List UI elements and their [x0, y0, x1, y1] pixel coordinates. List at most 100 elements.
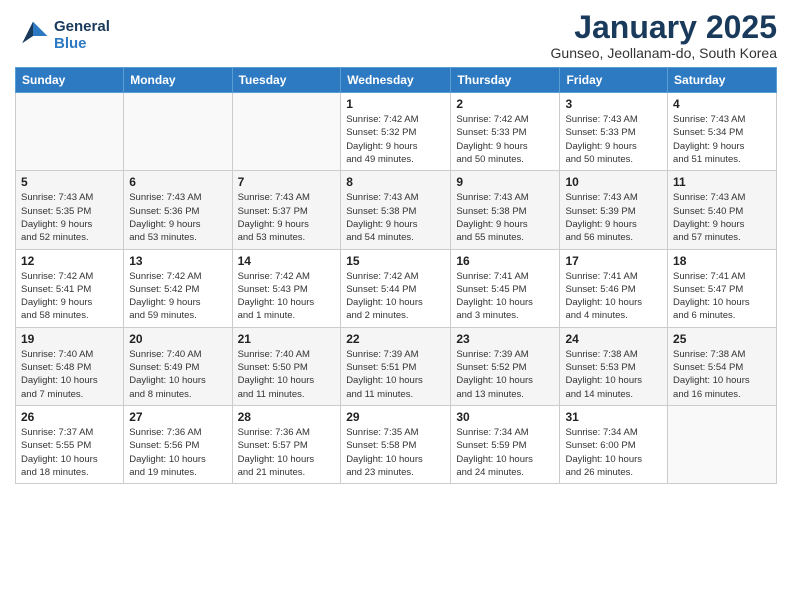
day-number: 11	[673, 175, 771, 189]
day-number: 23	[456, 332, 554, 346]
day-number: 28	[238, 410, 336, 424]
calendar-week-row: 5 Sunrise: 7:43 AM Sunset: 5:35 PM Daylig…	[16, 171, 777, 249]
day-info: Sunrise: 7:38 AM Sunset: 5:54 PM Dayligh…	[673, 348, 771, 401]
calendar-week-row: 12 Sunrise: 7:42 AM Sunset: 5:41 PM Dayli…	[16, 249, 777, 327]
day-info: Sunrise: 7:34 AM Sunset: 6:00 PM Dayligh…	[565, 426, 662, 479]
logo-icon	[15, 18, 51, 54]
calendar-cell: 7 Sunrise: 7:43 AM Sunset: 5:37 PM Daylig…	[232, 171, 341, 249]
calendar-cell: 4 Sunrise: 7:43 AM Sunset: 5:34 PM Daylig…	[668, 93, 777, 171]
day-info: Sunrise: 7:38 AM Sunset: 5:53 PM Dayligh…	[565, 348, 662, 401]
calendar-cell: 18 Sunrise: 7:41 AM Sunset: 5:47 PM Dayli…	[668, 249, 777, 327]
calendar-cell: 12 Sunrise: 7:42 AM Sunset: 5:41 PM Dayli…	[16, 249, 124, 327]
day-info: Sunrise: 7:42 AM Sunset: 5:43 PM Dayligh…	[238, 270, 336, 323]
weekday-header-wednesday: Wednesday	[341, 68, 451, 93]
calendar-cell: 27 Sunrise: 7:36 AM Sunset: 5:56 PM Dayli…	[124, 405, 232, 483]
day-info: Sunrise: 7:40 AM Sunset: 5:49 PM Dayligh…	[129, 348, 226, 401]
day-number: 10	[565, 175, 662, 189]
day-number: 21	[238, 332, 336, 346]
day-number: 12	[21, 254, 118, 268]
day-info: Sunrise: 7:43 AM Sunset: 5:38 PM Dayligh…	[346, 191, 445, 244]
day-number: 27	[129, 410, 226, 424]
day-info: Sunrise: 7:42 AM Sunset: 5:42 PM Dayligh…	[129, 270, 226, 323]
day-info: Sunrise: 7:43 AM Sunset: 5:37 PM Dayligh…	[238, 191, 336, 244]
calendar-cell: 8Sunrise: 7:43 AM Sunset: 5:38 PM Daylig…	[341, 171, 451, 249]
day-number: 19	[21, 332, 118, 346]
page: General Blue January 2025 Gunseo, Jeolla…	[0, 0, 792, 612]
day-info: Sunrise: 7:39 AM Sunset: 5:51 PM Dayligh…	[346, 348, 445, 401]
calendar-cell	[668, 405, 777, 483]
calendar-week-row: 1Sunrise: 7:42 AM Sunset: 5:32 PM Daylig…	[16, 93, 777, 171]
day-number: 7	[238, 175, 336, 189]
calendar-cell: 22Sunrise: 7:39 AM Sunset: 5:51 PM Dayli…	[341, 327, 451, 405]
weekday-header-friday: Friday	[560, 68, 668, 93]
day-number: 15	[346, 254, 445, 268]
day-info: Sunrise: 7:43 AM Sunset: 5:33 PM Dayligh…	[565, 113, 662, 166]
title-block: January 2025 Gunseo, Jeollanam-do, South…	[551, 10, 777, 61]
weekday-header-tuesday: Tuesday	[232, 68, 341, 93]
day-number: 13	[129, 254, 226, 268]
calendar-cell: 20 Sunrise: 7:40 AM Sunset: 5:49 PM Dayli…	[124, 327, 232, 405]
calendar-subtitle: Gunseo, Jeollanam-do, South Korea	[551, 45, 777, 61]
calendar-cell: 6Sunrise: 7:43 AM Sunset: 5:36 PM Daylig…	[124, 171, 232, 249]
day-number: 20	[129, 332, 226, 346]
day-number: 17	[565, 254, 662, 268]
day-info: Sunrise: 7:41 AM Sunset: 5:46 PM Dayligh…	[565, 270, 662, 323]
logo: General Blue	[15, 18, 110, 54]
calendar-cell: 16Sunrise: 7:41 AM Sunset: 5:45 PM Dayli…	[451, 249, 560, 327]
weekday-header-monday: Monday	[124, 68, 232, 93]
calendar-cell: 11 Sunrise: 7:43 AM Sunset: 5:40 PM Dayli…	[668, 171, 777, 249]
day-info: Sunrise: 7:40 AM Sunset: 5:50 PM Dayligh…	[238, 348, 336, 401]
logo-line1: General	[54, 18, 110, 35]
calendar-cell: 28 Sunrise: 7:36 AM Sunset: 5:57 PM Dayli…	[232, 405, 341, 483]
day-number: 5	[21, 175, 118, 189]
day-number: 6	[129, 175, 226, 189]
day-number: 30	[456, 410, 554, 424]
day-number: 18	[673, 254, 771, 268]
day-number: 3	[565, 97, 662, 111]
weekday-header-saturday: Saturday	[668, 68, 777, 93]
day-info: Sunrise: 7:41 AM Sunset: 5:47 PM Dayligh…	[673, 270, 771, 323]
calendar-cell: 23Sunrise: 7:39 AM Sunset: 5:52 PM Dayli…	[451, 327, 560, 405]
day-number: 24	[565, 332, 662, 346]
calendar-table: SundayMondayTuesdayWednesdayThursdayFrid…	[15, 67, 777, 484]
calendar-cell	[16, 93, 124, 171]
calendar-cell: 3 Sunrise: 7:43 AM Sunset: 5:33 PM Daylig…	[560, 93, 668, 171]
day-info: Sunrise: 7:42 AM Sunset: 5:44 PM Dayligh…	[346, 270, 445, 323]
day-info: Sunrise: 7:36 AM Sunset: 5:57 PM Dayligh…	[238, 426, 336, 479]
calendar-cell: 9Sunrise: 7:43 AM Sunset: 5:38 PM Daylig…	[451, 171, 560, 249]
day-info: Sunrise: 7:36 AM Sunset: 5:56 PM Dayligh…	[129, 426, 226, 479]
calendar-cell	[124, 93, 232, 171]
day-info: Sunrise: 7:43 AM Sunset: 5:35 PM Dayligh…	[21, 191, 118, 244]
calendar-cell: 10 Sunrise: 7:43 AM Sunset: 5:39 PM Dayli…	[560, 171, 668, 249]
calendar-cell: 30Sunrise: 7:34 AM Sunset: 5:59 PM Dayli…	[451, 405, 560, 483]
weekday-header-row: SundayMondayTuesdayWednesdayThursdayFrid…	[16, 68, 777, 93]
day-number: 9	[456, 175, 554, 189]
day-info: Sunrise: 7:35 AM Sunset: 5:58 PM Dayligh…	[346, 426, 445, 479]
calendar-cell: 25 Sunrise: 7:38 AM Sunset: 5:54 PM Dayli…	[668, 327, 777, 405]
calendar-cell: 1Sunrise: 7:42 AM Sunset: 5:32 PM Daylig…	[341, 93, 451, 171]
day-info: Sunrise: 7:42 AM Sunset: 5:41 PM Dayligh…	[21, 270, 118, 323]
day-number: 1	[346, 97, 445, 111]
logo-line2: Blue	[54, 35, 87, 52]
day-info: Sunrise: 7:43 AM Sunset: 5:40 PM Dayligh…	[673, 191, 771, 244]
day-number: 26	[21, 410, 118, 424]
calendar-cell: 31 Sunrise: 7:34 AM Sunset: 6:00 PM Dayli…	[560, 405, 668, 483]
day-info: Sunrise: 7:41 AM Sunset: 5:45 PM Dayligh…	[456, 270, 554, 323]
day-info: Sunrise: 7:43 AM Sunset: 5:39 PM Dayligh…	[565, 191, 662, 244]
day-info: Sunrise: 7:37 AM Sunset: 5:55 PM Dayligh…	[21, 426, 118, 479]
calendar-cell: 26 Sunrise: 7:37 AM Sunset: 5:55 PM Dayli…	[16, 405, 124, 483]
day-number: 2	[456, 97, 554, 111]
day-number: 31	[565, 410, 662, 424]
calendar-cell: 17 Sunrise: 7:41 AM Sunset: 5:46 PM Dayli…	[560, 249, 668, 327]
calendar-cell: 5 Sunrise: 7:43 AM Sunset: 5:35 PM Daylig…	[16, 171, 124, 249]
calendar-cell: 21 Sunrise: 7:40 AM Sunset: 5:50 PM Dayli…	[232, 327, 341, 405]
calendar-cell	[232, 93, 341, 171]
day-info: Sunrise: 7:42 AM Sunset: 5:33 PM Dayligh…	[456, 113, 554, 166]
calendar-week-row: 19Sunrise: 7:40 AM Sunset: 5:48 PM Dayli…	[16, 327, 777, 405]
weekday-header-thursday: Thursday	[451, 68, 560, 93]
day-info: Sunrise: 7:43 AM Sunset: 5:34 PM Dayligh…	[673, 113, 771, 166]
day-number: 4	[673, 97, 771, 111]
day-number: 25	[673, 332, 771, 346]
calendar-week-row: 26 Sunrise: 7:37 AM Sunset: 5:55 PM Dayli…	[16, 405, 777, 483]
calendar-cell: 15 Sunrise: 7:42 AM Sunset: 5:44 PM Dayli…	[341, 249, 451, 327]
